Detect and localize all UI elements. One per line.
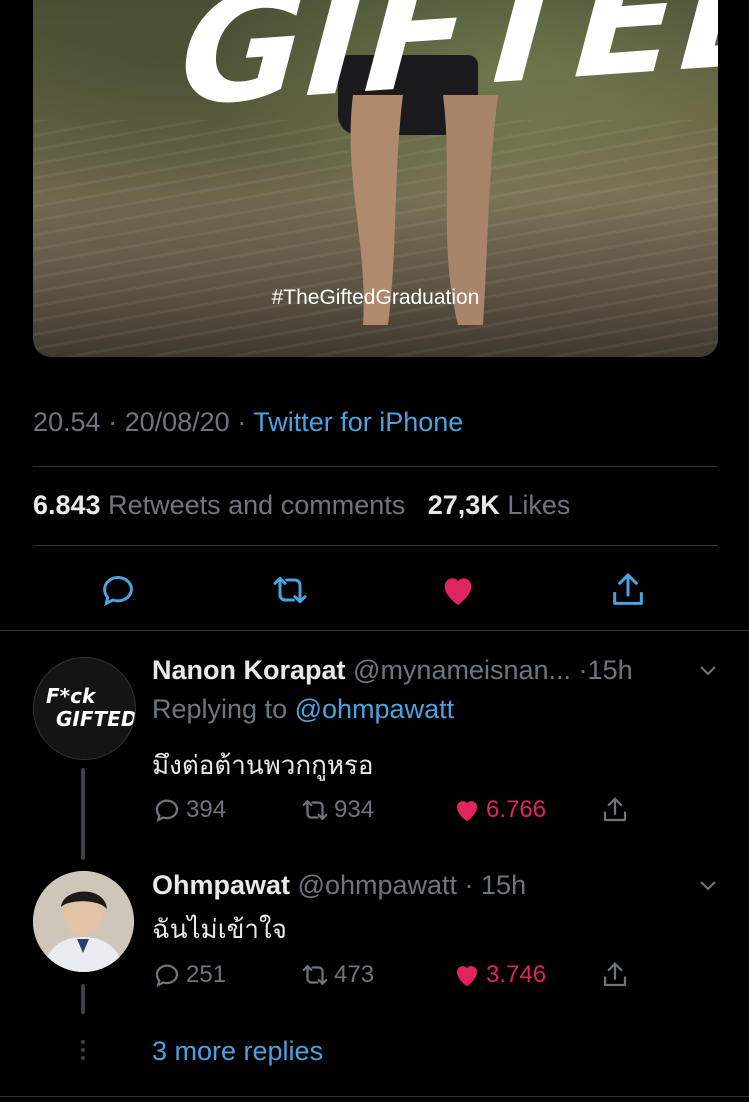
like-count: 6.766 [486,796,547,823]
media-hashtag: #TheGiftedGraduation [271,286,480,309]
share-button[interactable] [608,570,648,610]
chevron-down-icon[interactable] [696,658,720,682]
likes-label[interactable]: Likes [507,490,570,520]
tweet-meta: 20.54 · 20/08/20 · Twitter for iPhone [33,407,463,438]
time-sep: · [457,870,482,900]
retweet-icon [302,800,328,820]
handle[interactable]: @ohmpawatt [298,870,457,900]
retweet-icon [302,965,328,985]
chevron-down-icon[interactable] [696,873,720,897]
comment-icon [155,964,179,988]
more-replies-link[interactable]: 3 more replies [152,1036,323,1067]
meta-sep: · [237,407,254,437]
retweet-icon [273,576,307,604]
reply-header: Ohmpawat @ohmpawatt · 15h [152,870,526,901]
retweet-count: 934 [334,796,375,823]
avatar-text-line1: F*ck [46,684,97,708]
reply-time: 15h [481,870,527,900]
divider [0,630,749,631]
likes-count[interactable]: 27,3K [428,490,500,520]
reply-like-button[interactable]: 6.766 [452,795,546,825]
tweet-date: 20/08/20 [124,407,230,437]
divider [0,1096,749,1097]
reply-like-button[interactable]: 3.746 [452,960,546,990]
heart-filled-icon [456,966,478,987]
avatar-image: F*ck GIFTED [34,658,135,759]
avatar-text-line2: GIFTED [56,707,135,731]
mention-link[interactable]: @ohmpawatt [295,694,454,724]
reply-text: มึงต่อต้านพวกกูหรอ [152,751,374,781]
retweets-label[interactable]: Retweets and comments [108,490,405,520]
tweet-time: 20.54 [33,407,101,437]
reply-comment-button[interactable]: 251 [152,960,226,990]
handle[interactable]: @mynameisnan... [353,655,571,685]
reply-header: Nanon Korapat @mynameisnan... ·15h [152,655,633,686]
replying-to: Replying to @ohmpawatt [152,694,454,725]
time-sep: · [578,655,588,685]
comment-count: 251 [186,961,227,988]
comment-count: 394 [186,796,227,823]
avatar[interactable]: F*ck GIFTED [33,657,136,760]
heart-filled-icon [444,578,472,605]
reply-button[interactable] [98,570,138,610]
tweet-media-image[interactable]: GIFTED #TheGiftedGraduation [33,0,718,357]
thread-dots [81,1040,85,1064]
thread-line [81,984,85,1014]
reply-comment-button[interactable]: 394 [152,795,226,825]
like-count: 3.746 [486,961,547,988]
like-button[interactable] [438,570,478,610]
retweet-count: 473 [334,961,375,988]
heart-filled-icon [456,801,478,822]
gifted-title-overlay: GIFTED [174,0,718,140]
tweet-stats: 6.843 Retweets and comments 27,3K Likes [33,490,570,521]
thread-line [81,768,85,860]
comment-icon [155,799,179,823]
display-name[interactable]: Ohmpawat [152,870,290,900]
divider [33,466,718,467]
divider [33,545,718,546]
retweets-count[interactable]: 6.843 [33,490,101,520]
avatar[interactable] [33,871,134,972]
share-icon [613,573,643,605]
comment-icon [103,576,133,607]
retweet-button[interactable] [270,570,310,610]
share-icon [603,962,627,987]
share-icon [603,797,627,822]
meta-sep: · [108,407,125,437]
display-name[interactable]: Nanon Korapat [152,655,346,685]
reply-text: ฉันไม่เข้าใจ [152,915,287,945]
tweet-source-link[interactable]: Twitter for iPhone [253,407,463,437]
reply-retweet-button[interactable]: 473 [300,960,374,990]
reply-time: 15h [587,655,633,685]
reply-share-button[interactable] [600,795,630,825]
replying-to-label: Replying to [152,694,288,724]
avatar-image [33,871,134,972]
reply-share-button[interactable] [600,960,630,990]
reply-retweet-button[interactable]: 934 [300,795,374,825]
